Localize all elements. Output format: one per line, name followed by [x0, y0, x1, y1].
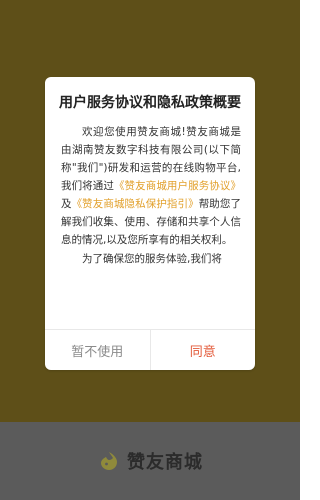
dialog-paragraph-1: 欢迎您使用赞友商城!赞友商城是由湖南赞友数字科技有限公司(以下简称"我们")研发…	[61, 123, 241, 249]
brand-bottom-bar: 赞友商城	[0, 422, 300, 500]
link-user-agreement[interactable]: 《赞友商城用户服务协议》	[114, 180, 241, 192]
brand-logo-icon	[101, 452, 117, 470]
app-screen: 赞友商城 用户服务协议和隐私政策概要 欢迎您使用赞友商城!赞友商城是由湖南赞友数…	[0, 0, 300, 500]
cancel-button[interactable]: 暂不使用	[45, 330, 151, 370]
dialog-body[interactable]: 欢迎您使用赞友商城!赞友商城是由湖南赞友数字科技有限公司(以下简称"我们")研发…	[61, 123, 241, 328]
privacy-dialog: 用户服务协议和隐私政策概要 欢迎您使用赞友商城!赞友商城是由湖南赞友数字科技有限…	[45, 77, 255, 370]
dialog-paragraph-2: 为了确保您的服务体验,我们将	[61, 250, 241, 268]
brand-name: 赞友商城	[127, 452, 203, 473]
agree-button[interactable]: 同意	[151, 330, 256, 370]
paragraph-text-3: 为了确保您的服务体验,我们将	[82, 253, 222, 265]
dialog-footer: 暂不使用 同意	[45, 329, 255, 370]
link-privacy-guide[interactable]: 《赞友商城隐私保护指引》	[72, 198, 199, 210]
brand: 赞友商城	[97, 448, 203, 474]
dialog-title: 用户服务协议和隐私政策概要	[59, 95, 241, 111]
between-links-text: 及	[61, 198, 72, 210]
